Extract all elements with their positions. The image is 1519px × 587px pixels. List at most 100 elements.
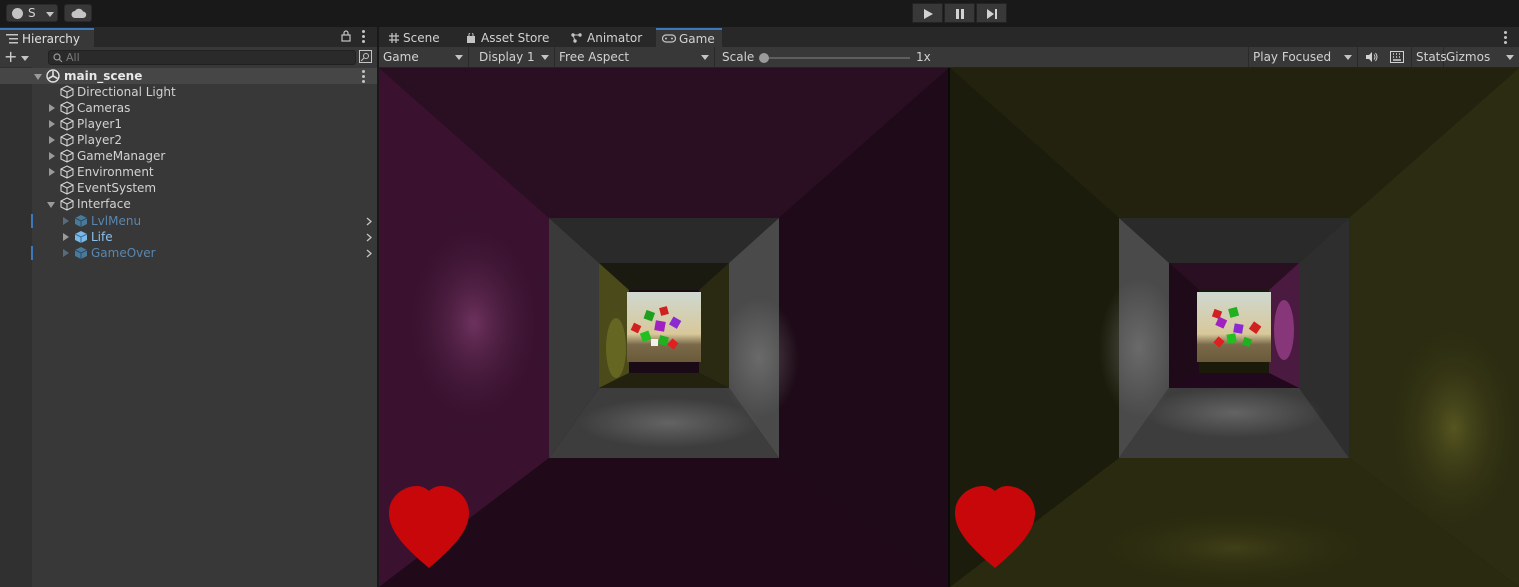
add-icon[interactable]: +	[4, 49, 17, 65]
scene-search-icon[interactable]	[359, 50, 372, 63]
scale-slider-track[interactable]	[763, 57, 910, 59]
aspect-dropdown[interactable]: Free Aspect	[555, 47, 715, 67]
animator-icon	[571, 33, 582, 43]
chevron-down-icon	[1506, 55, 1514, 60]
keyboard-icon[interactable]	[1390, 51, 1404, 63]
gameobject-cube-icon	[60, 133, 74, 147]
prefab-override-marker	[31, 246, 33, 260]
tree-row[interactable]: GameManager	[0, 148, 377, 164]
expand-arrow-icon[interactable]	[49, 136, 55, 144]
game-render	[379, 68, 1519, 587]
tree-item-label: Player1	[77, 117, 122, 131]
hierarchy-search-row: +	[0, 47, 377, 67]
scale-slider-handle[interactable]	[759, 53, 769, 63]
play-mode-dropdown[interactable]: Play Focused	[1248, 47, 1358, 67]
expand-arrow-icon[interactable]	[49, 168, 55, 176]
step-button[interactable]	[976, 3, 1007, 23]
tree-row[interactable]: Cameras	[0, 100, 377, 116]
expand-arrow-icon[interactable]	[49, 152, 55, 160]
editor-tabbar: Scene Asset Store Animator Game	[379, 27, 1519, 47]
chevron-right-icon[interactable]	[366, 217, 372, 226]
tree-item-label: EventSystem	[77, 181, 157, 195]
chevron-down-icon	[46, 12, 54, 17]
grid-icon	[389, 33, 399, 43]
chevron-down-icon	[455, 55, 463, 60]
gamepad-icon	[662, 34, 676, 43]
tab-label: Game	[679, 32, 715, 46]
prefab-cube-icon	[74, 247, 88, 259]
player2-view	[950, 68, 1519, 587]
audio-icon[interactable]	[1365, 51, 1378, 63]
game-viewport[interactable]	[379, 68, 1519, 587]
tab-asset-store[interactable]: Asset Store	[461, 28, 553, 47]
tree-row[interactable]: Player1	[0, 116, 377, 132]
pause-button[interactable]	[944, 3, 975, 23]
dropdown-label: Free Aspect	[559, 50, 630, 64]
play-button[interactable]	[912, 3, 943, 23]
tree-item-label: main_scene	[64, 69, 143, 83]
bag-icon	[467, 33, 475, 43]
tree-row[interactable]: Directional Light	[0, 84, 377, 100]
gameobject-cube-icon	[60, 197, 74, 211]
search-icon	[53, 53, 63, 63]
tree-row[interactable]: EventSystem	[0, 180, 377, 196]
lock-icon[interactable]	[341, 30, 351, 42]
tree-row-prefab[interactable]: GameOver	[0, 245, 377, 261]
chevron-down-icon[interactable]	[21, 56, 29, 61]
expand-arrow-icon[interactable]	[49, 104, 55, 112]
tree-row-main-scene[interactable]: main_scene	[0, 68, 377, 84]
tree-item-label: Environment	[77, 165, 154, 179]
view-mode-dropdown[interactable]: Game	[379, 47, 469, 67]
tab-animator[interactable]: Animator	[565, 28, 645, 47]
account-dropdown[interactable]: S	[6, 4, 58, 22]
tree-row-prefab[interactable]: Life	[0, 229, 377, 245]
tab-label: Asset Store	[481, 31, 550, 45]
display-dropdown[interactable]: Display 1	[475, 47, 555, 67]
tab-label: Scene	[403, 31, 440, 45]
tree-row[interactable]: Environment	[0, 164, 377, 180]
scene-menu-icon[interactable]	[362, 70, 365, 85]
gameobject-cube-icon	[60, 181, 74, 195]
expand-arrow-icon[interactable]	[47, 202, 55, 208]
expand-arrow-icon[interactable]	[34, 74, 42, 80]
tree-item-label: LvlMenu	[91, 214, 142, 228]
prefab-cube-icon	[74, 215, 88, 227]
chevron-right-icon[interactable]	[366, 249, 372, 258]
dropdown-label: Game	[383, 50, 419, 64]
tree-item-label: Cameras	[77, 101, 131, 115]
hierarchy-tabbar: Hierarchy	[0, 27, 377, 48]
cloud-button[interactable]	[64, 4, 92, 22]
gameobject-cube-icon	[60, 85, 74, 99]
game-panel: Scene Asset Store Animator Game Game Dis…	[379, 27, 1519, 587]
expand-arrow-icon[interactable]	[49, 120, 55, 128]
tab-hierarchy[interactable]: Hierarchy	[0, 28, 94, 47]
chevron-down-icon	[1344, 55, 1352, 60]
hierarchy-search[interactable]	[48, 50, 356, 65]
gizmos-label: Gizmos	[1446, 50, 1491, 64]
dropdown-label: Display 1	[479, 50, 535, 64]
tree-item-label: Interface	[77, 197, 131, 211]
stats-button[interactable]: Stats	[1411, 47, 1447, 67]
gizmos-dropdown[interactable]: Gizmos	[1444, 47, 1519, 67]
hierarchy-menu-icon[interactable]	[362, 30, 365, 45]
tree-row-prefab[interactable]: LvlMenu	[0, 213, 377, 229]
hierarchy-panel: Hierarchy + All main_scene Directional L…	[0, 27, 377, 587]
chevron-down-icon	[701, 55, 709, 60]
tree-row[interactable]: Player2	[0, 132, 377, 148]
tree-row[interactable]: Interface	[0, 196, 377, 212]
pause-icon	[956, 9, 964, 19]
expand-arrow-icon[interactable]	[63, 249, 69, 257]
player1-view	[379, 68, 949, 587]
tab-game[interactable]: Game	[656, 28, 722, 47]
expand-arrow-icon[interactable]	[63, 233, 69, 241]
tab-scene[interactable]: Scene	[383, 28, 457, 47]
game-controls-bar: Game Display 1 Free Aspect Scale 1x Play…	[379, 47, 1519, 68]
panel-menu-icon[interactable]	[1504, 31, 1507, 46]
dropdown-label: Play Focused	[1253, 50, 1332, 64]
search-input[interactable]	[66, 51, 346, 64]
cloud-icon	[71, 8, 87, 18]
unity-scene-icon	[46, 69, 60, 83]
expand-arrow-icon[interactable]	[63, 217, 69, 225]
chevron-right-icon[interactable]	[366, 233, 372, 242]
scale-value: 1x	[916, 50, 931, 64]
